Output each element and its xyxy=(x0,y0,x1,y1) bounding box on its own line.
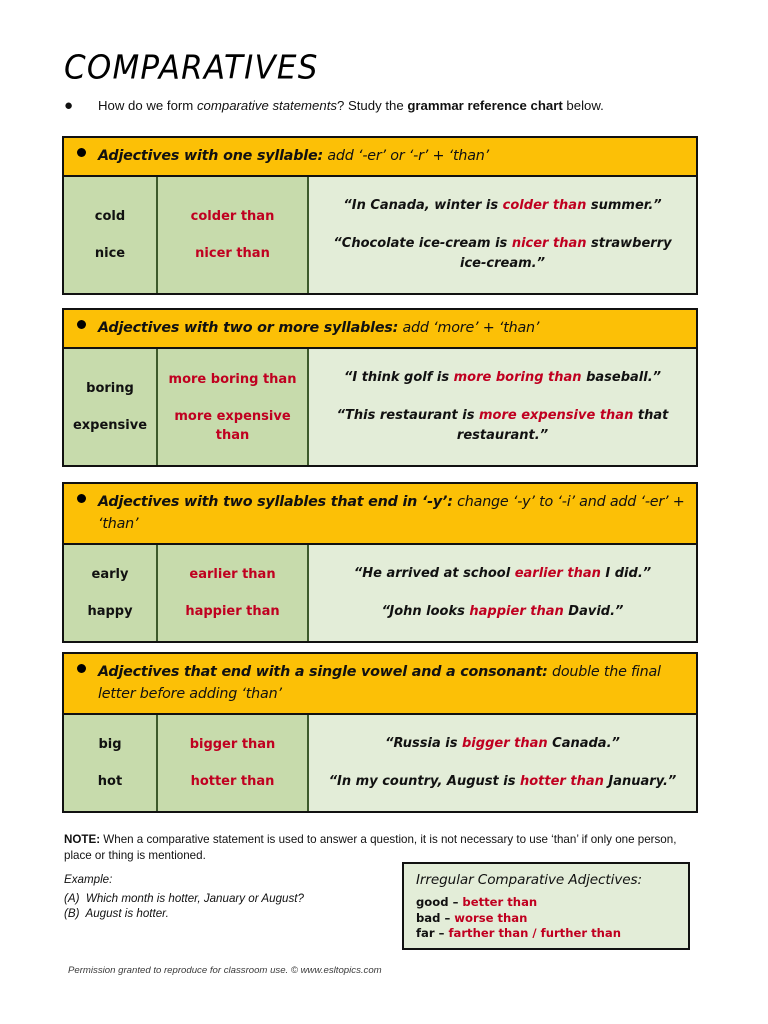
intro-text-2: ? Study the xyxy=(336,98,408,113)
adjective-column: early happy xyxy=(64,545,158,641)
comparative-cell: colder than xyxy=(190,209,275,224)
adjective-cell: nice xyxy=(94,246,126,261)
adjective-column: boring expensive xyxy=(64,349,158,465)
example-cell: “Chocolate ice-cream is nicer than straw… xyxy=(333,236,672,271)
irregular-row: good – better than xyxy=(416,895,538,909)
note-label: NOTE: xyxy=(64,833,101,846)
comparative-cell: hotter than xyxy=(190,774,275,789)
bullet-icon xyxy=(74,145,98,157)
rule-text-1: Adjectives with one syllable: add ‘-er’ … xyxy=(98,148,489,164)
page-title: COMPARATIVES xyxy=(64,48,319,87)
intro-line: ● How do we form comparative statements? … xyxy=(64,97,704,115)
adjective-column: cold nice xyxy=(64,177,158,293)
example-block: Example: (A) Which month is hotter, Janu… xyxy=(64,872,394,922)
intro-emphasis-2: grammar reference chart xyxy=(407,98,563,113)
intro-text-1: How do we form xyxy=(98,98,197,113)
bullet-icon xyxy=(74,491,98,503)
rule-body-4: big hot bigger than hotter than “Russia … xyxy=(64,715,696,811)
worksheet-page: COMPARATIVES ● How do we form comparative… xyxy=(0,0,768,1024)
comparative-column: bigger than hotter than xyxy=(158,715,309,811)
comparative-cell: bigger than xyxy=(189,737,276,752)
example-line-b: (B) August is hotter. xyxy=(64,907,169,920)
rule-body-1: cold nice colder than nicer than “In Can… xyxy=(64,177,696,293)
adjective-cell: early xyxy=(91,567,129,582)
irregular-box-title: Irregular Comparative Adjectives: xyxy=(416,872,642,888)
rule-section-2: Adjectives with two or more syllables: a… xyxy=(62,308,698,467)
example-line-a: (A) Which month is hotter, January or Au… xyxy=(64,891,304,905)
bullet-icon: ● xyxy=(64,97,74,114)
rule-text-2: Adjectives with two or more syllables: a… xyxy=(98,320,540,336)
rule-section-3: Adjectives with two syllables that end i… xyxy=(62,482,698,643)
rule-header-4: Adjectives that end with a single vowel … xyxy=(64,654,696,715)
example-column: “Russia is bigger than Canada.” “In my c… xyxy=(309,715,696,811)
example-cell: “John looks happier than David.” xyxy=(381,604,624,619)
example-cell: “In Canada, winter is colder than summer… xyxy=(343,198,662,213)
adjective-cell: hot xyxy=(97,774,123,789)
example-cell: “Russia is bigger than Canada.” xyxy=(385,736,620,751)
rule-section-1: Adjectives with one syllable: add ‘-er’ … xyxy=(62,136,698,295)
rule-section-4: Adjectives that end with a single vowel … xyxy=(62,652,698,813)
comparative-cell: more boring than xyxy=(168,371,297,387)
irregular-row: bad – worse than xyxy=(416,910,528,925)
adjective-cell: happy xyxy=(87,604,133,619)
adjective-cell: expensive xyxy=(72,418,148,433)
example-column: “In Canada, winter is colder than summer… xyxy=(309,177,696,293)
example-cell: “He arrived at school earlier than I did… xyxy=(353,566,652,581)
adjective-cell: cold xyxy=(94,209,126,224)
irregular-adjectives-box: Irregular Comparative Adjectives: good –… xyxy=(402,862,690,950)
adjective-cell: boring xyxy=(86,381,134,396)
note-text: When a comparative statement is used to … xyxy=(64,833,677,862)
comparative-column: colder than nicer than xyxy=(158,177,309,293)
rule-header-1: Adjectives with one syllable: add ‘-er’ … xyxy=(64,138,696,177)
example-label: Example: xyxy=(64,873,113,886)
adjective-column: big hot xyxy=(64,715,158,811)
bullet-icon xyxy=(74,661,98,673)
comparative-cell: nicer than xyxy=(195,246,270,261)
rule-body-3: early happy earlier than happier than “H… xyxy=(64,545,696,641)
example-cell: “In my country, August is hotter than Ja… xyxy=(328,774,677,789)
adjective-cell: big xyxy=(98,737,122,752)
intro-text-3: below. xyxy=(562,98,604,113)
comparative-column: earlier than happier than xyxy=(158,545,309,641)
note-paragraph: NOTE: When a comparative statement is us… xyxy=(64,832,700,864)
footer-credit: Permission granted to reproduce for clas… xyxy=(68,965,382,976)
example-column: “I think golf is more boring than baseba… xyxy=(309,349,696,465)
intro-emphasis-1: comparative statements xyxy=(196,98,337,113)
rule-body-2: boring expensive more boring than more e… xyxy=(64,349,696,465)
comparative-cell: more expensive than xyxy=(174,408,291,443)
irregular-row: far – farther than / further than xyxy=(416,926,621,940)
comparative-cell: earlier than xyxy=(189,567,276,582)
comparative-column: more boring than more expensive than xyxy=(158,349,309,465)
example-cell: “This restaurant is more expensive than … xyxy=(336,408,669,443)
bullet-icon xyxy=(74,317,98,329)
example-cell: “I think golf is more boring than baseba… xyxy=(343,370,662,385)
rule-header-2: Adjectives with two or more syllables: a… xyxy=(64,310,696,349)
rule-header-3: Adjectives with two syllables that end i… xyxy=(64,484,696,545)
example-column: “He arrived at school earlier than I did… xyxy=(309,545,696,641)
rule-text-4: Adjectives that end with a single vowel … xyxy=(98,664,661,702)
comparative-cell: happier than xyxy=(185,604,280,619)
rule-text-3: Adjectives with two syllables that end i… xyxy=(98,494,685,532)
